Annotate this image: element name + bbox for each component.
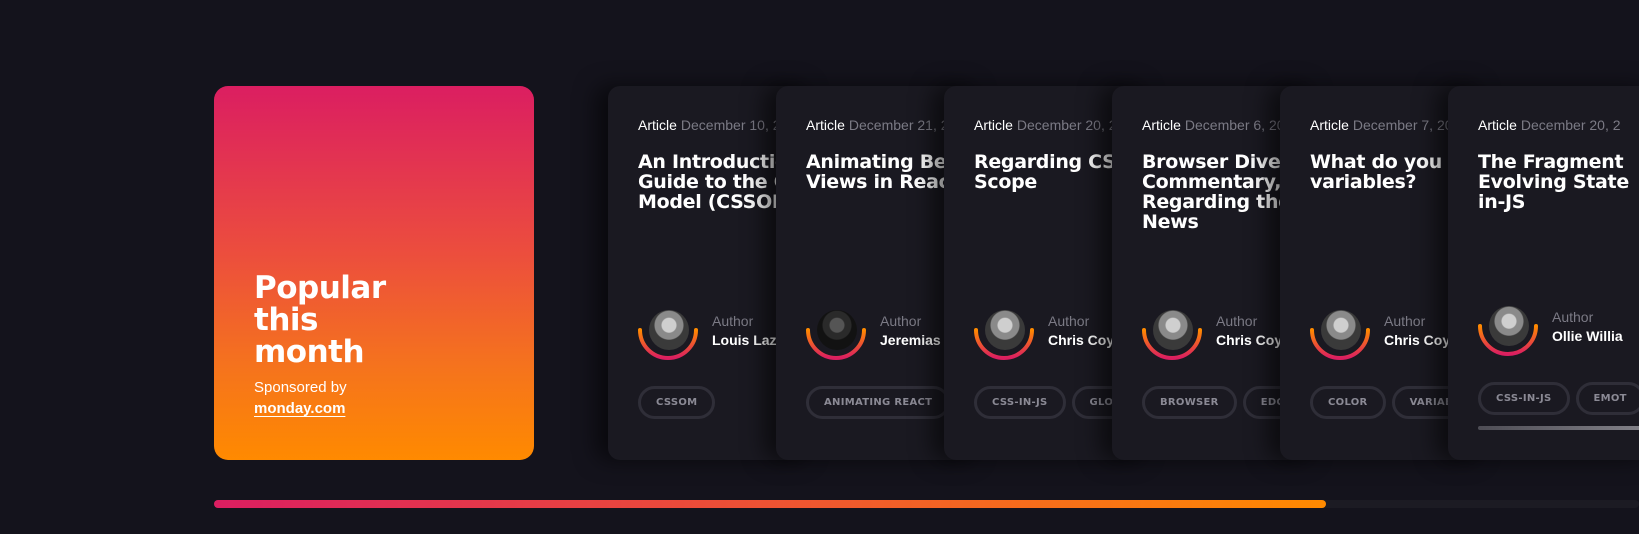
author-name[interactable]: Louis Laza — [712, 332, 784, 348]
article-date: December 6, 20 — [1184, 117, 1285, 133]
sponsor-hero-card: Popular this month Sponsored by monday.c… — [214, 86, 534, 460]
article-type: Article — [1478, 117, 1517, 133]
tag[interactable]: EMOT — [1575, 382, 1639, 415]
avatar — [985, 310, 1025, 350]
avatar — [1153, 310, 1193, 350]
author-label: Author — [1384, 313, 1426, 329]
author-avatar — [1142, 304, 1202, 364]
article-meta: Article December 10, 2 — [638, 117, 781, 133]
article-date: December 20, 2 — [1016, 117, 1117, 133]
tag[interactable]: ANIMATING REACT — [806, 386, 951, 419]
author-avatar — [974, 304, 1034, 364]
article-type: Article — [638, 117, 677, 133]
article-type: Article — [974, 117, 1013, 133]
avatar — [649, 310, 689, 350]
article-card[interactable]: Article December 20, 2 The Fragment Evolv… — [1448, 86, 1639, 460]
tag[interactable]: BROWSER — [1142, 386, 1237, 419]
article-title[interactable]: The Fragment Evolving State in-JS — [1478, 152, 1639, 212]
tag[interactable]: CSS-IN-JS — [1478, 382, 1570, 415]
article-type: Article — [806, 117, 845, 133]
author-label: Author — [880, 313, 922, 329]
author-label: Author — [1216, 313, 1258, 329]
author-avatar — [638, 304, 698, 364]
author-avatar — [806, 304, 866, 364]
tag[interactable]: COLOR — [1310, 386, 1386, 419]
article-meta: Article December 20, 2 — [974, 117, 1117, 133]
article-meta: Article December 7, 20 — [1310, 117, 1453, 133]
avatar — [1489, 306, 1529, 346]
tag-list: CSS-IN-JS EMOT — [1478, 382, 1639, 415]
author-block[interactable]: Author Ollie Willia — [1478, 300, 1639, 356]
article-type: Article — [1142, 117, 1181, 133]
article-type: Article — [1310, 117, 1349, 133]
tag[interactable]: CSSOM — [638, 386, 716, 419]
tag-list: CSSOM — [638, 386, 721, 419]
author-name[interactable]: Ollie Willia — [1552, 328, 1623, 344]
article-date: December 20, 2 — [1520, 117, 1621, 133]
article-meta: Article December 20, 2 — [1478, 117, 1621, 133]
article-date: December 7, 20 — [1352, 117, 1453, 133]
article-meta: Article December 6, 20 — [1142, 117, 1285, 133]
article-date: December 10, 2 — [680, 117, 781, 133]
sponsor-text: Sponsored by — [254, 379, 347, 396]
avatar — [817, 310, 857, 350]
author-label: Author — [1048, 313, 1090, 329]
card-scrollbar[interactable] — [1478, 426, 1639, 430]
avatar — [1321, 310, 1361, 350]
author-avatar — [1310, 304, 1370, 364]
scrollbar-thumb[interactable] — [214, 500, 1326, 508]
hero-title: Popular this month — [254, 270, 386, 370]
sponsor-link[interactable]: monday.com — [254, 400, 345, 417]
article-meta: Article December 21, 2 — [806, 117, 949, 133]
author-label: Author — [1552, 309, 1594, 325]
tag[interactable]: CSS-IN-JS — [974, 386, 1066, 419]
horizontal-scrollbar[interactable] — [214, 500, 1639, 508]
author-avatar — [1478, 300, 1538, 360]
author-label: Author — [712, 313, 754, 329]
tag-list: ANIMATING REACT — [806, 386, 956, 419]
article-date: December 21, 2 — [848, 117, 949, 133]
